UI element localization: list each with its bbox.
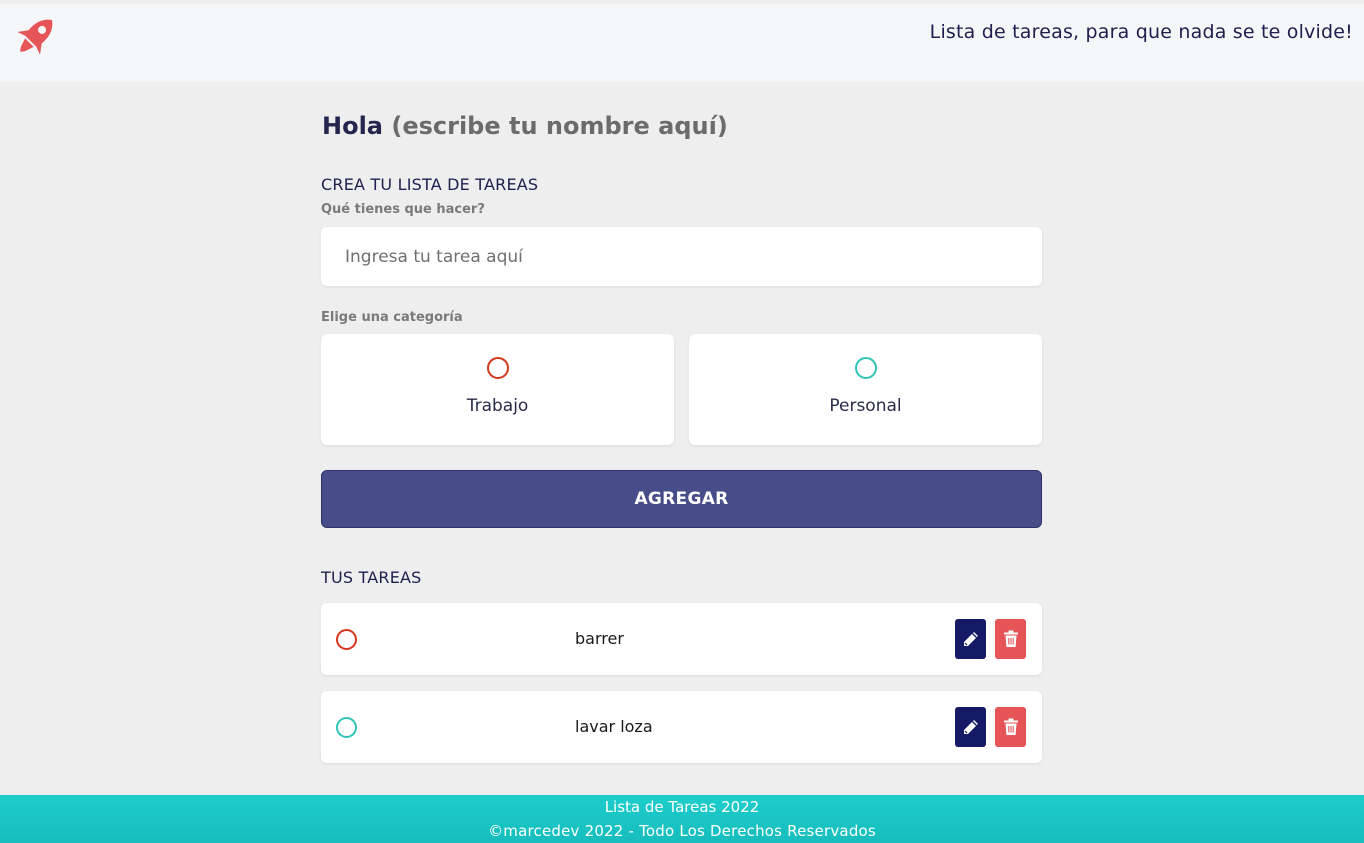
create-list-title: CREA TU LISTA DE TAREAS <box>321 175 539 194</box>
greeting-heading: Hola (escribe tu nombre aquí) <box>322 112 728 140</box>
task-item: lavar loza <box>321 691 1042 763</box>
top-header: Lista de tareas, para que nada se te olv… <box>0 4 1364 82</box>
trash-icon <box>1003 718 1018 735</box>
your-tasks-title: TUS TAREAS <box>321 568 422 587</box>
footer: Lista de Tareas 2022 ©marcedev 2022 - To… <box>0 795 1364 843</box>
edit-task-button[interactable] <box>955 619 986 659</box>
category-option-personal[interactable]: Personal <box>689 334 1042 445</box>
footer-copyright: ©marcedev 2022 - Todo Los Derechos Reser… <box>488 822 876 840</box>
footer-title: Lista de Tareas 2022 <box>604 798 760 816</box>
delete-task-button[interactable] <box>995 619 1026 659</box>
task-input[interactable] <box>321 227 1042 286</box>
category-field-label: Elige una categoría <box>321 310 463 325</box>
personal-radio[interactable] <box>854 357 877 379</box>
trash-icon <box>1003 630 1018 647</box>
task-field-label: Qué tienes que hacer? <box>321 202 485 217</box>
header-tagline: Lista de tareas, para que nada se te olv… <box>929 21 1353 43</box>
category-label-trabajo: Trabajo <box>466 396 529 416</box>
category-option-trabajo[interactable]: Trabajo <box>321 334 674 445</box>
task-item: barrer <box>321 603 1042 675</box>
delete-task-button[interactable] <box>995 707 1026 747</box>
rocket-icon[interactable] <box>8 10 62 64</box>
pencil-icon <box>963 720 978 734</box>
trabajo-radio[interactable] <box>486 357 509 379</box>
add-task-button[interactable]: AGREGAR <box>321 470 1042 528</box>
task-text: lavar loza <box>575 717 653 736</box>
pencil-icon <box>963 632 978 646</box>
task-complete-toggle[interactable] <box>336 717 357 738</box>
edit-task-button[interactable] <box>955 707 986 747</box>
task-text: barrer <box>575 629 624 648</box>
greeting-name[interactable]: (escribe tu nombre aquí) <box>391 112 727 140</box>
greeting-hello: Hola <box>322 112 383 140</box>
category-label-personal: Personal <box>829 396 902 416</box>
task-complete-toggle[interactable] <box>336 629 357 650</box>
